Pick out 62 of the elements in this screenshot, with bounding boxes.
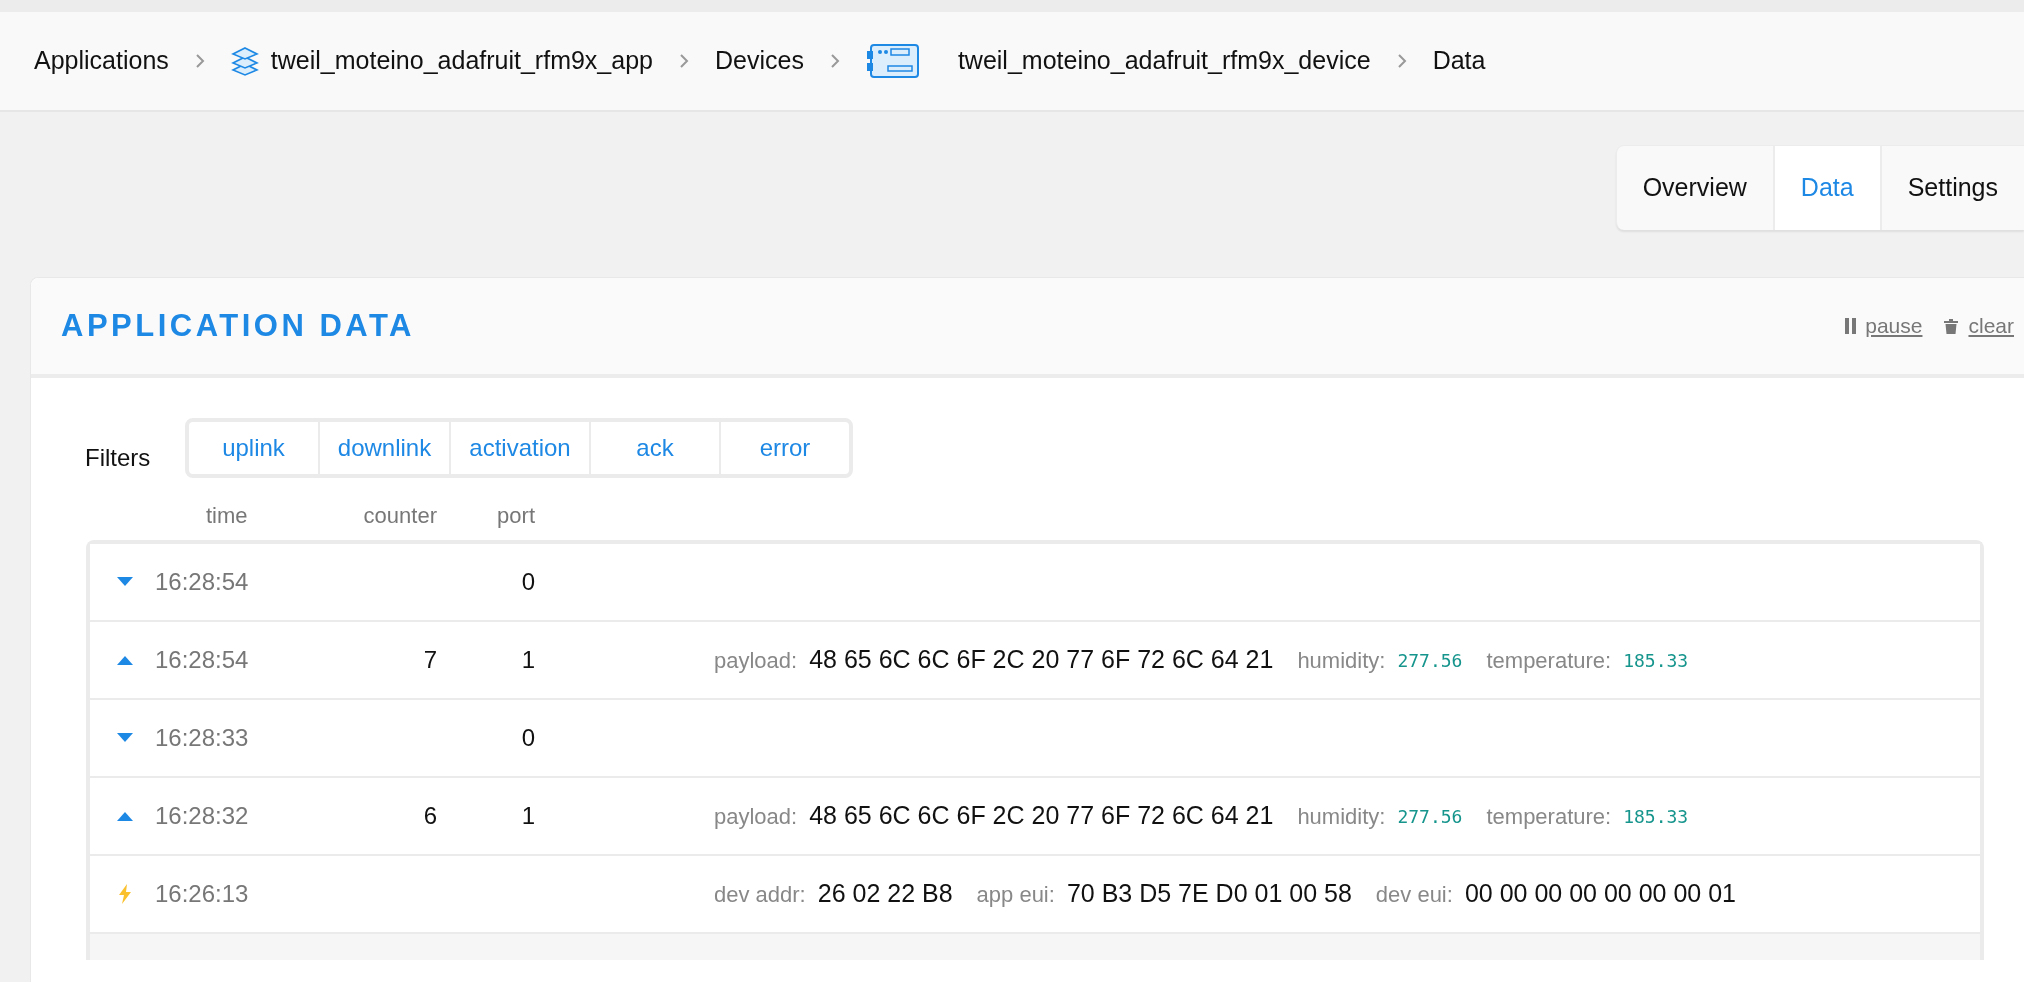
trash-icon <box>1944 318 1959 334</box>
up-triangle-icon <box>117 811 133 821</box>
time-cell: 16:28:33 <box>155 724 249 751</box>
down-triangle-icon <box>117 733 133 743</box>
circuit-board-icon <box>865 43 920 79</box>
field-value: 48 65 6C 6C 6F 2C 20 77 6F 72 6C 64 21 <box>809 644 1274 676</box>
field-value: 26 02 22 B8 <box>817 878 953 910</box>
pause-icon <box>1845 318 1858 334</box>
down-triangle-icon <box>117 577 133 587</box>
time-cell: 16:28:32 <box>155 802 249 829</box>
field-label: app eui: <box>976 880 1055 909</box>
field-label: payload: <box>714 802 798 831</box>
counter-cell: 7 <box>423 646 437 673</box>
field-label: dev eui: <box>1375 880 1453 909</box>
filter-button[interactable]: ack <box>589 422 719 474</box>
field-value: 48 65 6C 6C 6F 2C 20 77 6F 72 6C 64 21 <box>809 800 1274 832</box>
field-value: 185.33 <box>1623 648 1689 673</box>
chevron-right-icon <box>679 53 689 69</box>
port-cell: 0 <box>521 568 535 595</box>
breadcrumb-link[interactable]: Applications <box>34 42 169 80</box>
column-header: counter <box>363 503 437 528</box>
breadcrumb-link[interactable]: Devices <box>715 42 804 80</box>
port-cell: 0 <box>521 724 535 751</box>
lightning-bolt-icon <box>119 884 131 904</box>
counter-cell: 6 <box>423 802 437 829</box>
field-label: payload: <box>714 646 798 675</box>
field-value: 00 00 00 00 00 00 00 01 <box>1464 878 1736 910</box>
time-cell: 16:28:54 <box>155 568 249 595</box>
field-label: dev addr: <box>714 880 806 909</box>
chevron-right-icon <box>829 53 840 69</box>
layers-icon <box>230 46 259 76</box>
clear-link[interactable]: clear <box>1968 310 2014 342</box>
panel-title: APPLICATION DATA <box>61 306 415 345</box>
tab[interactable]: Settings <box>1879 146 2024 230</box>
column-header: time <box>206 503 248 528</box>
filter-button[interactable]: activation <box>449 422 589 474</box>
field-label: temperature: <box>1486 802 1612 831</box>
filter-button[interactable]: error <box>719 422 849 474</box>
filter-button[interactable]: uplink <box>189 422 318 474</box>
breadcrumb-link[interactable]: tweil_moteino_adafruit_rfm9x_app <box>270 42 653 80</box>
field-value: 277.56 <box>1397 648 1463 673</box>
field-label: humidity: <box>1297 802 1386 831</box>
time-cell: 16:26:13 <box>155 880 249 907</box>
tab[interactable]: Data <box>1772 146 1880 230</box>
filter-button[interactable]: downlink <box>318 422 449 474</box>
pause-link[interactable]: pause <box>1865 310 1923 342</box>
time-cell: 16:28:54 <box>155 646 249 673</box>
port-cell: 1 <box>521 802 535 829</box>
up-triangle-icon <box>117 655 133 665</box>
filters-label: Filters <box>85 443 152 473</box>
breadcrumb-link[interactable]: Data <box>1432 42 1486 80</box>
field-label: temperature: <box>1486 646 1612 675</box>
port-cell: 1 <box>521 646 535 673</box>
field-label: humidity: <box>1297 646 1386 675</box>
field-value: 70 B3 D5 7E D0 01 00 58 <box>1066 878 1352 910</box>
column-header: port <box>497 503 535 528</box>
chevron-right-icon <box>1396 53 1407 69</box>
field-value: 277.56 <box>1397 804 1463 829</box>
chevron-right-icon <box>194 53 205 69</box>
field-value: 185.33 <box>1623 804 1689 829</box>
breadcrumb-link[interactable]: tweil_moteino_adafruit_rfm9x_device <box>957 42 1371 80</box>
tab[interactable]: Overview <box>1616 146 1773 230</box>
